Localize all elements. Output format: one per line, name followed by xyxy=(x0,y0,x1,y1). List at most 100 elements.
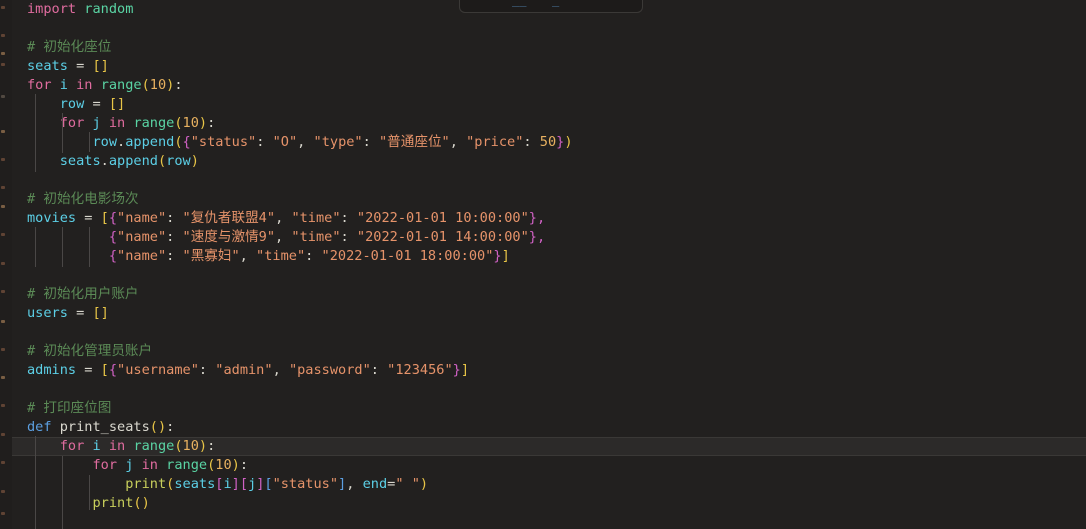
code-token: i xyxy=(59,77,68,93)
code-line[interactable]: row.append({"status": "O", "type": "普通座位… xyxy=(0,133,1086,152)
code-token: : xyxy=(305,248,322,264)
code-line[interactable] xyxy=(0,171,1086,190)
code-token: , xyxy=(346,476,363,492)
code-token: = xyxy=(67,58,93,74)
code-token: [ xyxy=(239,476,248,492)
overview-ruler-mark xyxy=(1,490,5,493)
code-line[interactable]: {"name": "速度与激情9", "time": "2022-01-01 1… xyxy=(0,228,1086,247)
code-token: for xyxy=(27,77,52,93)
code-line[interactable]: # 打印座位图 xyxy=(0,399,1086,418)
code-token: } xyxy=(528,210,537,226)
code-token: "复仇者联盟4" xyxy=(182,210,276,226)
code-line[interactable] xyxy=(0,513,1086,529)
code-token: ] xyxy=(460,362,470,378)
code-token: [] xyxy=(108,96,126,112)
indent-guide xyxy=(62,113,63,153)
indent-guide xyxy=(35,94,36,172)
code-token: : xyxy=(207,115,216,131)
code-line-text: # 初始化电影场次 xyxy=(27,190,139,209)
code-token: { xyxy=(108,362,118,378)
code-token: : xyxy=(166,248,183,264)
code-token: [] xyxy=(92,305,109,321)
code-line[interactable]: # 初始化用户账户 xyxy=(0,285,1086,304)
code-token: : xyxy=(166,210,183,226)
overview-ruler-mark xyxy=(1,433,5,436)
code-line[interactable] xyxy=(0,323,1086,342)
code-token: "price" xyxy=(466,134,524,150)
code-token: { xyxy=(108,248,118,264)
code-token: j xyxy=(92,115,101,131)
code-token: range xyxy=(133,115,175,131)
code-line[interactable] xyxy=(0,380,1086,399)
code-token: , xyxy=(275,210,292,226)
code-line-text: for j in range(10): xyxy=(27,456,248,475)
code-line-text: import random xyxy=(27,0,133,19)
code-line[interactable] xyxy=(0,266,1086,285)
code-token: range xyxy=(100,77,142,93)
code-token: ( xyxy=(174,438,183,454)
code-token: , xyxy=(536,229,546,245)
code-line[interactable]: seats.append(row) xyxy=(0,152,1086,171)
code-text-area[interactable]: import random # 初始化座位 seats = [] for i in r… xyxy=(0,0,1086,529)
code-token: ) xyxy=(419,476,429,492)
code-line[interactable]: print() xyxy=(0,494,1086,513)
code-token: "time" xyxy=(256,248,306,264)
code-token: ) xyxy=(198,438,208,454)
code-token: i xyxy=(223,476,232,492)
code-token: } xyxy=(493,248,502,264)
code-token: : xyxy=(207,438,216,454)
code-token: in xyxy=(108,438,126,454)
overview-ruler[interactable] xyxy=(0,0,12,529)
code-line[interactable] xyxy=(0,19,1086,38)
code-line[interactable]: {"name": "黑寡妇", "time": "2022-01-01 18:0… xyxy=(0,247,1086,266)
code-line[interactable]: # 初始化座位 xyxy=(0,38,1086,57)
code-line-text: {"name": "黑寡妇", "time": "2022-01-01 18:0… xyxy=(27,247,510,266)
suggestion-popup[interactable]: __ _ xyxy=(459,0,643,13)
code-line[interactable]: for i in range(10): xyxy=(0,76,1086,95)
code-token: , xyxy=(297,134,314,150)
code-token: = xyxy=(76,210,101,226)
overview-ruler-mark xyxy=(1,233,5,236)
code-token: in xyxy=(141,457,158,473)
code-token: "name" xyxy=(117,210,167,226)
code-line[interactable]: seats = [] xyxy=(0,57,1086,76)
code-token: "time" xyxy=(291,210,341,226)
code-token: movies xyxy=(27,210,77,226)
code-token: } xyxy=(452,362,461,378)
code-line-current[interactable]: for i in range(10): xyxy=(0,437,1086,457)
code-line[interactable]: print(seats[i][j]["status"], end=" ") xyxy=(0,475,1086,494)
code-token: : xyxy=(362,134,379,150)
code-line[interactable]: for j in range(10): xyxy=(0,114,1086,133)
code-line[interactable]: # 初始化管理员账户 xyxy=(0,342,1086,361)
code-token: for xyxy=(59,115,85,131)
code-token: { xyxy=(108,229,118,245)
overview-ruler-mark xyxy=(1,205,5,208)
code-line-text: def print_seats(): xyxy=(27,418,174,437)
code-token: row xyxy=(92,134,118,150)
code-line-text: for i in range(10): xyxy=(27,76,183,95)
code-token: : xyxy=(174,77,183,93)
code-line[interactable]: row = [] xyxy=(0,95,1086,114)
indent-guide xyxy=(62,227,63,267)
code-line[interactable]: movies = [{"name": "复仇者联盟4", "time": "20… xyxy=(0,209,1086,228)
code-token: , xyxy=(275,229,292,245)
overview-ruler-mark xyxy=(1,34,5,37)
code-token: : xyxy=(523,134,540,150)
code-line[interactable]: for j in range(10): xyxy=(0,456,1086,475)
code-token: "2022-01-01 10:00:00" xyxy=(356,210,529,226)
code-token: () xyxy=(149,419,167,435)
code-line[interactable]: users = [] xyxy=(0,304,1086,323)
code-line[interactable]: admins = [{"username": "admin", "passwor… xyxy=(0,361,1086,380)
overview-ruler-mark xyxy=(1,348,5,351)
code-line-text: # 初始化用户账户 xyxy=(27,285,139,304)
code-token: : xyxy=(198,362,216,378)
code-line[interactable]: def print_seats(): xyxy=(0,418,1086,437)
code-line[interactable]: # 初始化电影场次 xyxy=(0,190,1086,209)
code-line-text: seats = [] xyxy=(27,57,109,76)
